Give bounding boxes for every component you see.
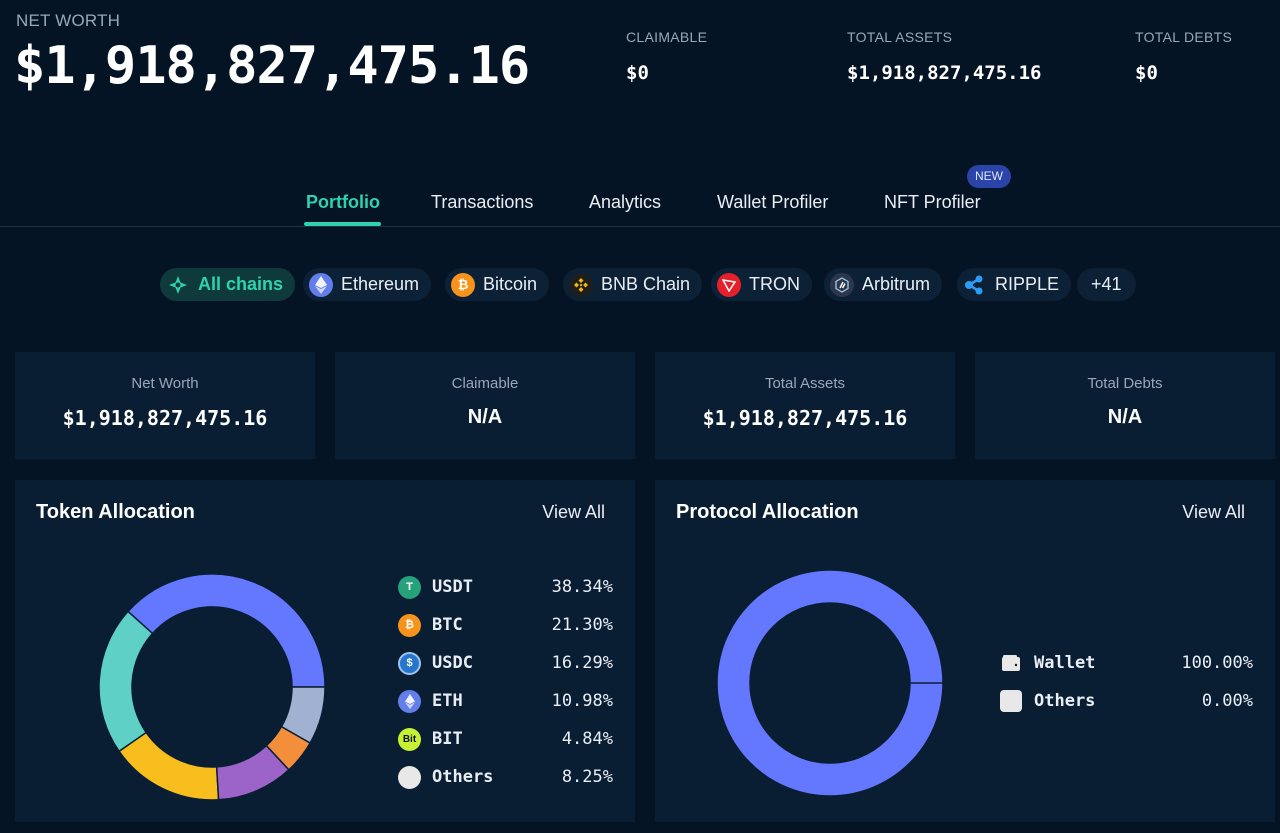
token-legend-usdt: T USDT 38.34%	[398, 575, 613, 599]
total-debts-card-value: N/A	[1107, 406, 1143, 428]
main-tabs: Portfolio Transactions Analytics Wallet …	[0, 184, 1280, 227]
total-assets-stat: TOTAL ASSETS $1,918,827,475.16	[847, 29, 1041, 84]
protocol-slice-wallet	[716, 569, 944, 797]
new-badge: NEW	[967, 165, 1011, 188]
others-icon	[398, 765, 421, 789]
net-worth-card-value: $1,918,827,475.16	[62, 406, 268, 430]
claimable-card: Claimable N/A	[335, 352, 635, 459]
total-assets-value: $1,918,827,475.16	[847, 62, 1042, 84]
token-name: ETH	[432, 691, 463, 711]
token-allocation-view-all[interactable]: View All	[542, 502, 605, 523]
claimable-stat: CLAIMABLE $0	[626, 29, 707, 84]
protocol-allocation-donut	[716, 569, 944, 797]
arbitrum-icon	[830, 272, 854, 297]
net-worth-value: $1,918,827,475.16	[14, 36, 530, 96]
token-pct: 8.25%	[561, 767, 613, 787]
protocol-name: Others	[1034, 691, 1096, 711]
tab-nft-profiler[interactable]: NFT Profiler	[884, 192, 981, 213]
protocol-allocation-card: Protocol Allocation View All Wallet 100.…	[655, 480, 1275, 822]
ripple-icon	[963, 273, 987, 297]
bit-icon: Bit	[398, 727, 421, 751]
protocol-allocation-title: Protocol Allocation	[676, 501, 859, 523]
token-allocation-donut	[98, 573, 326, 801]
tab-transactions[interactable]: Transactions	[431, 192, 533, 213]
protocol-legend-others: Others 0.00%	[1000, 689, 1253, 713]
total-assets-card-value: $1,918,827,475.16	[702, 406, 908, 430]
token-pct: 10.98%	[551, 691, 613, 711]
token-legend-others: Others 8.25%	[398, 765, 613, 789]
token-slice-usdc	[118, 731, 220, 801]
token-name: BTC	[432, 615, 463, 635]
active-tab-indicator	[304, 222, 381, 226]
chain-chip-ripple[interactable]: RIPPLE	[957, 268, 1072, 301]
total-assets-card-label: Total Assets	[764, 375, 846, 392]
total-debts-card-label: Total Debts	[1087, 375, 1163, 392]
chain-chip-label: BNB Chain	[601, 274, 691, 294]
chain-chip-tron[interactable]: TRON	[711, 268, 812, 301]
token-pct: 38.34%	[551, 577, 613, 597]
token-slice-usdt	[126, 573, 326, 688]
claimable-value: $0	[626, 62, 649, 84]
chain-chip-all-chains[interactable]: All chains	[160, 268, 296, 301]
net-worth-card-label: Net Worth	[131, 375, 199, 392]
chain-chip-label: TRON	[749, 274, 800, 294]
net-worth-card: Net Worth $1,918,827,475.16	[15, 352, 315, 459]
claimable-label: CLAIMABLE	[626, 29, 708, 45]
tron-icon	[717, 272, 741, 297]
protocol-legend-wallet: Wallet 100.00%	[1000, 651, 1253, 675]
token-name: BIT	[432, 729, 463, 749]
tab-portfolio[interactable]: Portfolio	[306, 192, 380, 213]
ethereum-icon	[309, 272, 333, 297]
tab-wallet-profiler[interactable]: Wallet Profiler	[717, 192, 828, 213]
chain-chip-arbitrum[interactable]: Arbitrum	[824, 268, 943, 301]
more-chains-button[interactable]: +41	[1077, 268, 1136, 301]
usdt-icon: T	[398, 575, 421, 599]
wallet-icon	[1000, 652, 1022, 674]
chain-chip-ethereum[interactable]: Ethereum	[303, 268, 432, 301]
net-worth-label: NET WORTH	[16, 11, 121, 30]
chain-chip-label: All chains	[198, 274, 284, 294]
token-pct: 16.29%	[551, 653, 613, 673]
eth-icon	[398, 689, 421, 713]
btc-icon: ₿	[398, 613, 421, 637]
chain-chip-label: Arbitrum	[862, 274, 931, 294]
tab-analytics[interactable]: Analytics	[589, 192, 661, 213]
token-slice-btc	[98, 610, 154, 753]
token-pct: 21.30%	[551, 615, 613, 635]
total-debts-stat: TOTAL DEBTS $0	[1135, 29, 1232, 84]
token-name: Others	[432, 767, 494, 787]
claimable-card-value: N/A	[467, 406, 503, 428]
chain-chip-bitcoin[interactable]: ₿ Bitcoin	[445, 268, 550, 301]
others-icon	[1000, 690, 1022, 712]
total-debts-label: TOTAL DEBTS	[1135, 29, 1233, 45]
token-legend-eth: ETH 10.98%	[398, 689, 613, 713]
protocol-allocation-view-all[interactable]: View All	[1182, 502, 1245, 523]
token-allocation-card: Token Allocation View All T USDT 38.34% …	[15, 480, 635, 822]
bitcoin-icon: ₿	[451, 272, 475, 297]
chain-chip-label: Bitcoin	[483, 274, 538, 294]
protocol-pct: 0.00%	[1201, 691, 1253, 711]
total-assets-card: Total Assets $1,918,827,475.16	[655, 352, 955, 459]
token-name: USDT	[432, 577, 473, 597]
protocol-name: Wallet	[1034, 653, 1096, 673]
total-debts-value: $0	[1135, 62, 1158, 84]
token-legend-btc: ₿ BTC 21.30%	[398, 613, 613, 637]
usdc-icon: $	[398, 651, 421, 675]
total-assets-label: TOTAL ASSETS	[847, 29, 953, 45]
token-name: USDC	[432, 653, 473, 673]
chain-chip-label: Ethereum	[341, 274, 420, 294]
token-allocation-title: Token Allocation	[36, 501, 195, 523]
chain-filter: All chains Ethereum ₿ Bitcoin BNB Chain …	[0, 268, 1280, 301]
all-chains-icon	[166, 273, 190, 297]
total-debts-card: Total Debts N/A	[975, 352, 1275, 459]
token-legend-bit: Bit BIT 4.84%	[398, 727, 613, 751]
claimable-card-label: Claimable	[451, 375, 519, 392]
chain-chip-bnb-chain[interactable]: BNB Chain	[563, 268, 703, 301]
chain-chip-label: RIPPLE	[995, 274, 1060, 294]
token-pct: 4.84%	[561, 729, 613, 749]
bnb-chain-icon	[569, 272, 593, 297]
token-legend-usdc: $ USDC 16.29%	[398, 651, 613, 675]
protocol-pct: 100.00%	[1181, 653, 1253, 673]
